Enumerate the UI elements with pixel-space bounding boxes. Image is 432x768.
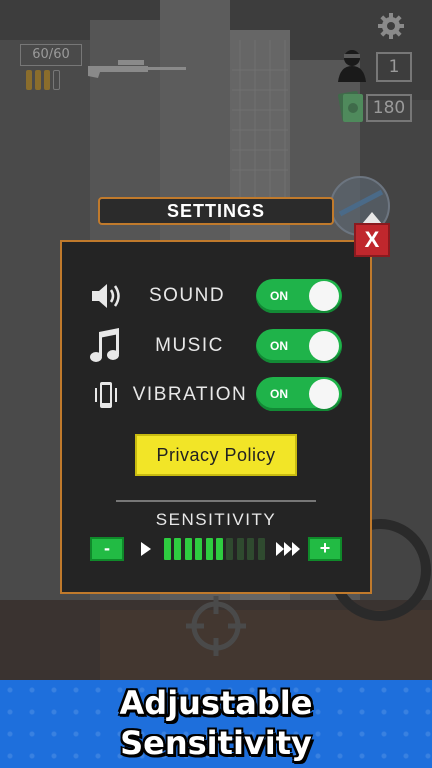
sensitivity-label: SENSITIVITY [155, 510, 277, 529]
gear-icon[interactable] [377, 12, 405, 40]
sensitivity-increase-button[interactable]: + [308, 537, 342, 561]
crosshair-icon[interactable] [184, 594, 248, 658]
play-icon [141, 542, 151, 556]
sound-label: SOUND [148, 285, 226, 306]
ammo-clips [26, 70, 60, 90]
promo-line-1: Adjustable [119, 684, 313, 722]
sound-toggle-knob [309, 281, 339, 311]
sensitivity-segment [247, 538, 255, 560]
sensitivity-segment [195, 538, 203, 560]
vibration-toggle-knob [309, 379, 339, 409]
ammo-clip [44, 70, 50, 90]
kill-count: 1 [376, 52, 412, 82]
sensitivity-segment [236, 538, 244, 560]
sensitivity-segment [164, 538, 171, 560]
music-label: MUSIC [155, 335, 224, 356]
cash-count: 180 [366, 94, 412, 122]
music-note-icon [90, 328, 119, 362]
music-toggle-state: ON [270, 339, 288, 353]
sensitivity-segment [257, 538, 265, 560]
sensitivity-decrease-button[interactable]: - [90, 537, 124, 561]
enemy-silhouette-icon [338, 50, 366, 82]
cash-icon [338, 90, 363, 122]
ammo-clip [35, 70, 41, 90]
speaker-icon [92, 284, 120, 308]
music-toggle[interactable]: ON [256, 329, 342, 363]
promo-text: Adjustable Sensitivity [0, 683, 432, 763]
vibration-toggle[interactable]: ON [256, 377, 342, 411]
sensitivity-segment [216, 538, 223, 560]
ammo-clip [26, 70, 32, 90]
sensitivity-segment [226, 538, 234, 560]
sensitivity-segment [184, 538, 192, 560]
sniper-rifle-icon [88, 60, 186, 78]
privacy-policy-button[interactable]: Privacy Policy [135, 434, 297, 476]
settings-title: SETTINGS [98, 197, 334, 225]
sound-toggle[interactable]: ON [256, 279, 342, 313]
vibration-icon [95, 382, 117, 408]
ammo-clip [53, 70, 60, 90]
ammo-hud: 60/60 [20, 44, 82, 90]
divider [116, 500, 316, 502]
ammo-count: 60/60 [20, 44, 82, 66]
fast-forward-icon [276, 542, 300, 556]
promo-line-2: Sensitivity [120, 724, 312, 762]
sensitivity-segment [205, 538, 213, 560]
vibration-label: VIBRATION [132, 384, 248, 405]
sound-toggle-state: ON [270, 289, 288, 303]
vibration-toggle-state: ON [270, 387, 288, 401]
close-button[interactable]: X [354, 223, 390, 257]
music-toggle-knob [309, 331, 339, 361]
sensitivity-segment [174, 538, 182, 560]
